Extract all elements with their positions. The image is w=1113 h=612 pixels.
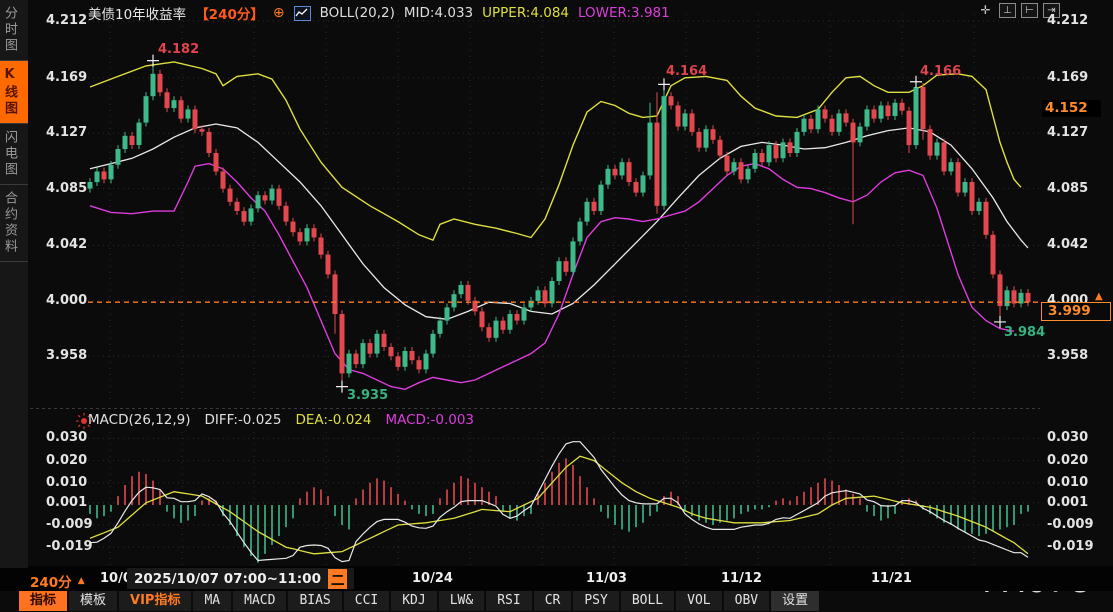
boll-mid-value: MID:4.033 bbox=[404, 5, 473, 21]
toolbar-button-settings[interactable]: 设置 bbox=[771, 591, 819, 611]
y-axis-label-left: 4.127 bbox=[46, 125, 86, 140]
candle-datetime-tooltip: 2025/10/07 07:00~11:00 二 bbox=[127, 568, 354, 589]
toolbar-button-cr[interactable]: CR bbox=[534, 591, 572, 611]
time-tick-label: 11/21 bbox=[871, 571, 912, 586]
sidebar-tab-contract-info[interactable]: 合约资料 bbox=[0, 185, 28, 262]
y-axis-label-right: 4.169 bbox=[1047, 70, 1088, 85]
sidebar-tab-flash[interactable]: 闪电图 bbox=[0, 124, 28, 185]
y-axis-label-left: 3.958 bbox=[46, 348, 86, 363]
x-axis-scale-icon[interactable]: ⊢ bbox=[1021, 3, 1038, 18]
macd-axis-label-right: -0.009 bbox=[1047, 517, 1094, 532]
macd-params-label: MACD(26,12,9) bbox=[88, 412, 191, 428]
macd-axis-label-left: -0.019 bbox=[46, 539, 86, 554]
line-chart-icon bbox=[294, 6, 311, 21]
toolbar-button-template[interactable]: 模板 bbox=[69, 591, 117, 611]
macd-axis-label-right: 0.030 bbox=[1047, 430, 1088, 445]
chart-application: 美债10年收益率 【240分】 ⊕ BOLL(20,2) MID:4.033 U… bbox=[0, 0, 1113, 612]
toolbar-button-vip-indicator[interactable]: VIP指标 bbox=[119, 591, 191, 611]
y-axis-label-right: 4.212 bbox=[1047, 13, 1088, 28]
macd-diff-value: DIFF:-0.025 bbox=[205, 412, 282, 428]
macd-axis-label-right: -0.019 bbox=[1047, 539, 1094, 554]
macd-axis-label-left: 0.030 bbox=[46, 430, 86, 445]
swing-high-annotation: 4.164 bbox=[666, 64, 707, 79]
y-axis-label-right: 4.085 bbox=[1047, 181, 1088, 196]
macd-axis-label-left: 0.001 bbox=[46, 495, 86, 510]
period-label: 【240分】 bbox=[195, 3, 264, 23]
toolbar-button-rsi[interactable]: RSI bbox=[486, 591, 531, 611]
time-tick-label: 11/12 bbox=[721, 571, 762, 586]
toolbar-button-ma[interactable]: MA bbox=[193, 591, 231, 611]
indicator-toolbar: 指标 模板 VIP指标 MA MACD BIAS CCI KDJ LW& RSI… bbox=[19, 591, 819, 612]
price-chart-canvas[interactable] bbox=[0, 0, 1113, 612]
toolbar-button-vol[interactable]: VOL bbox=[676, 591, 721, 611]
toolbar-button-indicator[interactable]: 指标 bbox=[19, 591, 67, 611]
y-axis-label-right: 4.127 bbox=[1047, 125, 1088, 140]
tooltip-datetime: 2025/10/07 07:00~11:00 bbox=[134, 571, 321, 587]
macd-axis-label-right: 0.010 bbox=[1047, 475, 1088, 490]
boll-indicator-label: BOLL(20,2) bbox=[320, 5, 395, 21]
toolbar-button-lw[interactable]: LW& bbox=[439, 591, 484, 611]
toolbar-button-psy[interactable]: PSY bbox=[573, 591, 618, 611]
expand-icon[interactable]: ⊕ bbox=[273, 5, 285, 21]
time-tick-label: 10/24 bbox=[412, 571, 453, 586]
toolbar-button-obv[interactable]: OBV bbox=[724, 591, 769, 611]
symbol-name: 美债10年收益率 bbox=[88, 3, 186, 23]
y-axis-label-right: 4.042 bbox=[1047, 237, 1088, 252]
macd-hist-value: MACD:-0.003 bbox=[385, 412, 474, 428]
toolbar-button-boll[interactable]: BOLL bbox=[621, 591, 674, 611]
macd-axis-label-left: 0.020 bbox=[46, 453, 86, 468]
price-level-badge: 4.152 bbox=[1042, 100, 1101, 117]
macd-indicator-row: MACD(26,12,9) DIFF:-0.025 DEA:-0.024 MAC… bbox=[88, 412, 474, 428]
macd-axis-label-right: 0.001 bbox=[1047, 495, 1088, 510]
chart-type-sidebar: 分时图 K线图 闪电图 合约资料 bbox=[0, 0, 28, 568]
y-axis-scale-icon[interactable]: ⊥ bbox=[999, 3, 1016, 18]
macd-axis-label-left: -0.009 bbox=[46, 517, 86, 532]
boll-upper-value: UPPER:4.084 bbox=[482, 5, 569, 21]
title-bar: 美债10年收益率 【240分】 ⊕ BOLL(20,2) MID:4.033 U… bbox=[88, 3, 670, 23]
y-axis-label-left: 4.212 bbox=[46, 13, 86, 28]
sidebar-tab-kline[interactable]: K线图 bbox=[0, 61, 28, 124]
drag-move-icon[interactable]: ✛ bbox=[977, 3, 994, 18]
y-axis-label-left: 4.085 bbox=[46, 181, 86, 196]
y-axis-label-left: 4.042 bbox=[46, 237, 86, 252]
time-tick-label: 11/03 bbox=[586, 571, 627, 586]
toolbar-button-macd[interactable]: MACD bbox=[233, 591, 286, 611]
toolbar-button-kdj[interactable]: KDJ bbox=[391, 591, 436, 611]
macd-axis-label-left: 0.010 bbox=[46, 475, 86, 490]
last-price-box: 3.999 bbox=[1041, 302, 1111, 321]
macd-axis-label-right: 0.020 bbox=[1047, 453, 1088, 468]
price-pin-icon: ▲ bbox=[1095, 291, 1103, 302]
toolbar-button-bias[interactable]: BIAS bbox=[288, 591, 341, 611]
y-axis-label-left: 4.169 bbox=[46, 70, 86, 85]
toolbar-button-cci[interactable]: CCI bbox=[344, 591, 389, 611]
period-selector[interactable]: 240分 ▲ bbox=[30, 571, 85, 591]
swing-low-annotation: 3.935 bbox=[347, 388, 388, 403]
period-text: 240分 bbox=[30, 571, 72, 591]
y-axis-label-left: 4.000 bbox=[46, 293, 86, 308]
macd-dea-value: DEA:-0.024 bbox=[295, 412, 371, 428]
swing-high-annotation: 4.182 bbox=[158, 42, 199, 57]
boll-lower-value: LOWER:3.981 bbox=[578, 5, 670, 21]
y-axis-label-right: 3.958 bbox=[1047, 348, 1088, 363]
sidebar-tab-timeline[interactable]: 分时图 bbox=[0, 0, 28, 61]
swing-low-annotation: 3.984 bbox=[1004, 325, 1045, 340]
triangle-up-icon: ▲ bbox=[78, 576, 85, 586]
swing-high-annotation: 4.166 bbox=[920, 64, 961, 79]
tooltip-weekday: 二 bbox=[328, 569, 348, 589]
